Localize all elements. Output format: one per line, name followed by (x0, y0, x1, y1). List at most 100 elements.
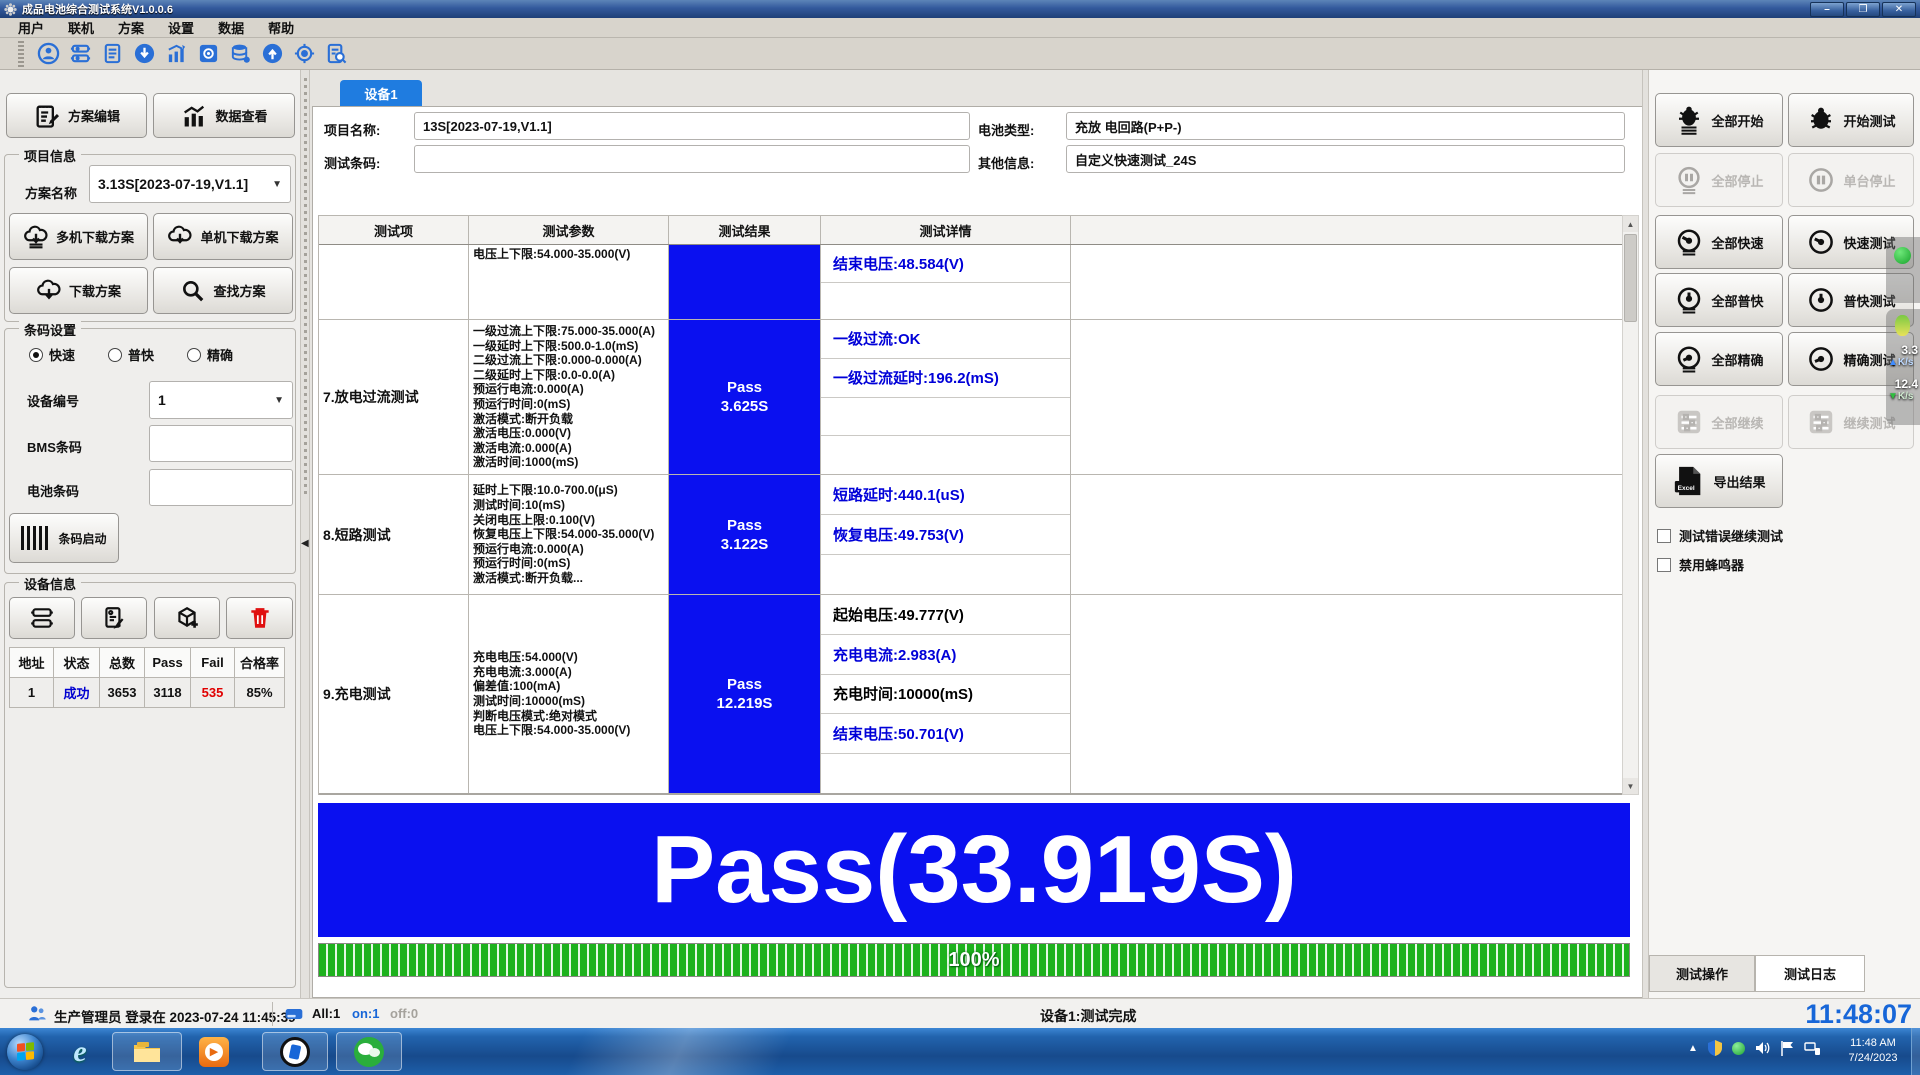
bms-barcode-label: BMS条码 (27, 437, 82, 456)
radio-precise[interactable]: 精确 (187, 345, 233, 364)
battery-type-input[interactable] (1066, 112, 1625, 140)
single-download-button[interactable]: 单机下载方案 (153, 213, 293, 260)
add-package-button[interactable] (154, 597, 220, 639)
result-cell: Pass12.219S (669, 595, 821, 793)
show-desktop-button[interactable] (1911, 1028, 1920, 1075)
checkbox-mute-buzzer[interactable]: 禁用蜂鸣器 (1657, 555, 1744, 574)
checkbox-error-continue[interactable]: 测试错误继续测试 (1657, 526, 1783, 545)
tray-shield-icon[interactable] (1708, 1040, 1722, 1056)
tab-device1[interactable]: 设备1 (340, 80, 422, 107)
chart-icon[interactable] (164, 42, 188, 66)
user-icon[interactable] (36, 42, 60, 66)
project-name-input[interactable] (414, 112, 970, 140)
clear-report-button[interactable] (81, 597, 147, 639)
device-config-button[interactable] (9, 597, 75, 639)
device-count-icon (284, 1005, 304, 1023)
toolbar-grip (18, 41, 24, 67)
target-icon[interactable] (292, 42, 316, 66)
table-row-9[interactable]: 9.充电测试 充电电压:54.000(V) 充电电流:3.000(A) 偏差值:… (319, 595, 1622, 795)
windows-orb-icon (7, 1034, 43, 1070)
scrollbar-thumb[interactable] (1624, 234, 1637, 322)
table-row-8[interactable]: 8.短路测试 延时上下限:10.0-700.0(μS) 测试时间:10(mS) … (319, 475, 1622, 595)
gauge-icon (1674, 285, 1704, 315)
delete-button[interactable] (226, 597, 293, 639)
menu-plan[interactable]: 方案 (106, 16, 156, 39)
test-barcode-input[interactable] (414, 145, 970, 173)
upload-icon[interactable] (260, 42, 284, 66)
table-row-partial[interactable]: 电压上下限:54.000-35.000(V) 结束电压:48.584(V) (319, 245, 1622, 320)
bms-barcode-input[interactable] (149, 425, 293, 462)
close-button[interactable]: ✕ (1882, 2, 1916, 17)
database-settings-icon[interactable] (228, 42, 252, 66)
precise-all-button[interactable]: 全部精确 (1655, 332, 1783, 386)
stop-all-button: 全部停止 (1655, 153, 1783, 207)
wechat-icon[interactable] (336, 1032, 402, 1071)
barcode-settings-group: 条码设置 快速 普快 精确 设备编号 1 ▼ BMS条码 电池条码 (4, 328, 296, 574)
export-results-button[interactable]: Excel 导出结果 (1655, 454, 1783, 508)
vertical-scrollbar[interactable]: ▲ ▼ (1622, 215, 1639, 795)
panel-splitter[interactable]: ◀ (300, 70, 310, 998)
multi-download-button[interactable]: 多机下载方案 (9, 213, 148, 260)
normal-all-button[interactable]: 全部普快 (1655, 273, 1783, 327)
media-player-icon[interactable]: ▶ (190, 1032, 238, 1071)
trash-icon (247, 605, 273, 631)
fast-all-button[interactable]: 全部快速 (1655, 215, 1783, 269)
cloud-download-icon[interactable] (132, 42, 156, 66)
window-title: 成品电池综合测试系统V1.0.0.6 (22, 1, 173, 17)
other-info-input[interactable] (1066, 145, 1625, 173)
monitor-settings-icon[interactable] (196, 42, 220, 66)
tray-flag-icon[interactable] (1781, 1041, 1794, 1056)
file-explorer-icon[interactable] (112, 1032, 182, 1071)
scroll-down-icon[interactable]: ▼ (1623, 778, 1638, 794)
device-row[interactable]: 1 成功 3653 3118 535 85% (10, 678, 285, 708)
radio-fast[interactable]: 快速 (29, 345, 75, 364)
barcode-start-button[interactable]: 条码启动 (9, 513, 119, 563)
table-row-7[interactable]: 7.放电过流测试 一级过流上下限:75.000-35.000(A) 一级延时上下… (319, 320, 1622, 475)
barcode-start-label: 条码启动 (58, 530, 106, 547)
tray-expand-icon[interactable]: ▲ (1688, 1043, 1698, 1054)
tray-network-icon[interactable] (1804, 1041, 1821, 1056)
device-info-group: 设备信息 地址 状态 总数 Pass Fail 合格率 (4, 582, 296, 988)
tray-clock[interactable]: 11:48 AM 7/24/2023 (1838, 1036, 1908, 1066)
status-bar: 生产管理员 登录在 2023-07-24 11:45:39 All:1 on:1… (0, 998, 1920, 1028)
collapse-arrow-icon[interactable]: ◀ (301, 538, 309, 549)
find-plan-button[interactable]: 查找方案 (153, 267, 293, 314)
tray-green-status-icon[interactable] (1732, 1042, 1745, 1055)
scroll-up-icon[interactable]: ▲ (1623, 216, 1638, 232)
file-search-icon[interactable] (324, 42, 348, 66)
start-test-button[interactable]: 开始测试 (1788, 93, 1914, 147)
device-no-label: 设备编号 (27, 391, 79, 410)
document-icon[interactable] (100, 42, 124, 66)
menu-connect[interactable]: 联机 (56, 16, 106, 39)
tab-test-operations[interactable]: 测试操作 (1649, 955, 1755, 992)
minimize-button[interactable]: – (1810, 2, 1844, 17)
plan-edit-button[interactable]: 方案编辑 (6, 93, 147, 138)
detail-cell: 起始电压:49.777(V) (821, 595, 1070, 635)
battery-barcode-input[interactable] (149, 469, 293, 506)
status-dot-green (1894, 247, 1911, 264)
network-monitor-overlay[interactable]: 3.3 ▲K/s 12.4 ▼K/s (1886, 237, 1920, 425)
radio-normal[interactable]: 普快 (108, 345, 154, 364)
fast-all-label: 全部快速 (1711, 233, 1763, 252)
plan-name-combo[interactable]: 3.13S[2023-07-19,V1.1] ▼ (89, 165, 291, 203)
tab-test-log[interactable]: 测试日志 (1755, 955, 1865, 992)
net-up-value: 3.3 (1886, 343, 1918, 357)
plan-name-value: 3.13S[2023-07-19,V1.1] (98, 176, 248, 192)
start-button[interactable] (4, 1032, 46, 1071)
menu-help[interactable]: 帮助 (256, 16, 306, 39)
data-view-button[interactable]: 数据查看 (153, 93, 295, 138)
menu-settings[interactable]: 设置 (156, 16, 206, 39)
box-add-icon (174, 605, 200, 631)
download-plan-button[interactable]: 下载方案 (9, 267, 148, 314)
internet-explorer-icon[interactable]: e (56, 1032, 104, 1071)
menu-user[interactable]: 用户 (6, 16, 56, 39)
tray-volume-icon[interactable] (1755, 1041, 1771, 1055)
sliders-icon (1806, 407, 1836, 437)
device-no-combo[interactable]: 1 ▼ (149, 381, 293, 419)
start-all-button[interactable]: 全部开始 (1655, 93, 1783, 147)
device-hub-icon[interactable] (68, 42, 92, 66)
menu-data[interactable]: 数据 (206, 16, 256, 39)
restore-button[interactable]: ❐ (1846, 2, 1880, 17)
test-app-icon[interactable] (262, 1032, 328, 1071)
device-on-count: on:1 (352, 1006, 379, 1021)
